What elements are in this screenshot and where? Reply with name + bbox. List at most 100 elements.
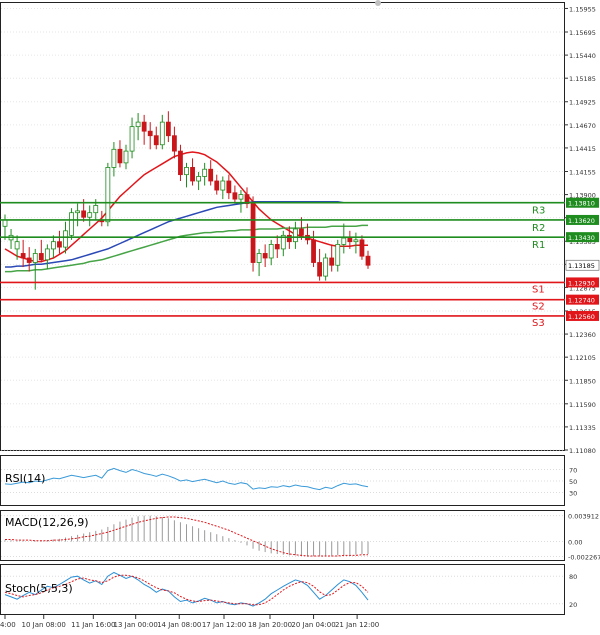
- candle-bullish: [129, 126, 135, 152]
- candle-bullish: [32, 253, 38, 263]
- candle-bearish: [274, 243, 280, 250]
- rsi-tick-label: 30: [569, 490, 577, 498]
- candle-bullish: [69, 212, 74, 236]
- candle-bearish: [117, 148, 123, 164]
- candle-bullish: [238, 194, 244, 200]
- price-tick-label: 1.15185: [569, 75, 596, 83]
- macd-tick-label: -0.002267: [568, 553, 600, 561]
- level-price-label: 1.13810: [568, 200, 595, 208]
- price-tick-label: 1.15440: [569, 52, 596, 60]
- candle-bearish: [26, 257, 32, 263]
- candle-bullish: [105, 167, 111, 223]
- time-tick-label: 14 Jan 08:00: [157, 621, 201, 629]
- candle-bearish: [57, 241, 62, 248]
- price-tick-label: 1.15955: [569, 5, 596, 13]
- candle-bearish: [250, 203, 256, 263]
- level-price-label: 1.13620: [568, 217, 595, 225]
- candle-bullish: [353, 239, 359, 243]
- candle-bullish: [256, 253, 262, 263]
- candle-bearish: [81, 210, 87, 218]
- candle-bearish: [147, 130, 153, 137]
- candle-bullish: [123, 150, 129, 164]
- candle-bullish: [335, 243, 341, 266]
- macd-tick-label: 0.003912: [568, 513, 599, 521]
- stoch-tick-label: 20: [569, 601, 577, 609]
- current-price-label: 1.13185: [568, 262, 595, 270]
- candle-bearish: [214, 180, 220, 191]
- candle-bearish: [38, 253, 44, 261]
- candle-bullish: [196, 176, 202, 182]
- candle-bullish: [268, 243, 274, 259]
- candle-bullish: [87, 212, 93, 218]
- time-axis: 4:00 10 Jan 08:00 11 Jan 16:0013 Jan 00:00…: [0, 615, 379, 629]
- stoch-panel: 80 20 Stoch(5,5,3): [0, 564, 577, 615]
- candle-bearish: [347, 237, 353, 243]
- time-tick-label: 10 Jan 08:00: [22, 621, 66, 629]
- price-tick-label: 1.15695: [569, 29, 596, 37]
- candle-bullish: [111, 148, 117, 168]
- candle-bearish: [141, 121, 147, 132]
- price-panel: 1.15955 1.15695 1.15440 1.15185 1.14925 1.146…: [0, 0, 600, 455]
- candle-bearish: [232, 192, 238, 200]
- rsi-panel: 70 50 30 RSI(14): [0, 455, 577, 506]
- time-tick-label: 20 Jan 04:00: [291, 621, 335, 629]
- forex-chart: 1.15955 1.15695 1.15440 1.15185 1.14925 1.146…: [0, 0, 600, 629]
- candle-bearish: [171, 135, 177, 152]
- price-tick-label: 1.14670: [569, 122, 596, 130]
- candle-bearish: [165, 121, 171, 137]
- macd-label: MACD(12,26,9): [5, 516, 89, 529]
- level-price-label: 1.12740: [568, 297, 595, 305]
- candle-bearish: [329, 257, 335, 266]
- rsi-label: RSI(14): [5, 472, 45, 485]
- price-tick-label: 1.12360: [569, 331, 596, 339]
- stoch-panel-frame: [0, 564, 565, 615]
- candle-bearish: [317, 262, 323, 277]
- candle-bullish: [220, 180, 226, 191]
- time-tick-label: 18 Jan 20:00: [248, 621, 292, 629]
- candle-bullish: [159, 121, 165, 146]
- time-tick-label: 11 Jan 16:00: [71, 621, 115, 629]
- candle-bearish: [365, 255, 371, 266]
- candle-bearish: [190, 167, 195, 182]
- candle-bullish: [51, 241, 56, 250]
- current-price-marker: 1.13185: [565, 259, 600, 271]
- level-price-label: 1.12930: [568, 279, 595, 287]
- price-tick-label: 1.14925: [569, 99, 596, 107]
- level-label-r2: R2: [532, 223, 545, 234]
- candle-bearish: [178, 150, 183, 176]
- time-tick-label: 21 Jan 12:00: [335, 621, 379, 629]
- candle-bullish: [184, 167, 189, 176]
- level-label-r3: R3: [532, 206, 545, 217]
- stoch-tick-label: 80: [569, 573, 577, 581]
- candle-bearish: [262, 253, 268, 259]
- level-price-label: 1.13430: [568, 234, 595, 242]
- candle-bearish: [153, 135, 159, 146]
- level-label-s1: S1: [532, 284, 545, 295]
- price-tick-label: 1.11850: [569, 377, 596, 385]
- level-label-r1: R1: [532, 240, 545, 251]
- candle-bullish: [2, 219, 8, 227]
- candle-bullish: [44, 248, 50, 261]
- candle-bullish: [292, 228, 298, 243]
- level-label-s2: S2: [532, 302, 545, 313]
- chart-close-icon[interactable]: [375, 0, 381, 6]
- candle-bullish: [323, 257, 329, 277]
- macd-tick-label: 0.00: [568, 538, 582, 546]
- candle-bullish: [14, 241, 20, 250]
- time-tick-label: 4:00: [0, 621, 16, 629]
- price-tick-label: 1.11590: [569, 401, 596, 409]
- price-tick-label: 1.11080: [569, 447, 596, 455]
- candle-bullish: [202, 168, 208, 177]
- macd-panel: 0.003912 0.00 -0.002267 MACD(12,26,9): [0, 510, 600, 561]
- rsi-tick-label: 70: [569, 467, 577, 475]
- level-label-s3: S3: [532, 318, 545, 329]
- candle-bearish: [359, 239, 365, 257]
- time-tick-label: 13 Jan 00:00: [114, 621, 158, 629]
- price-tick-label: 1.14155: [569, 168, 596, 176]
- candle-bearish: [299, 228, 304, 236]
- candle-bearish: [311, 239, 316, 263]
- candle-bearish: [226, 180, 232, 194]
- candle-bullish: [75, 210, 80, 214]
- candle-bearish: [20, 253, 26, 259]
- candle-bullish: [93, 205, 99, 214]
